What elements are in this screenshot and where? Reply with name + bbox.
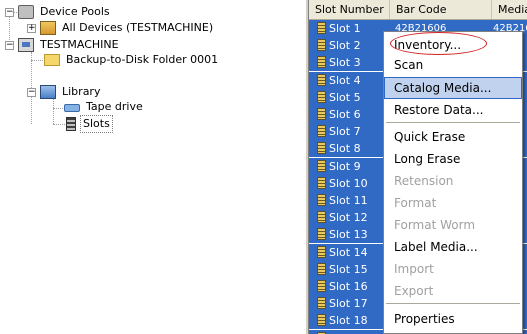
tree-node-tape-drive[interactable]: Tape drive: [64, 99, 145, 115]
tree-connector: [53, 124, 65, 125]
slots-label: Slots: [80, 115, 113, 133]
cartridge-icon: [317, 297, 326, 310]
all-devices-label: All Devices (TESTMACHINE): [62, 21, 214, 34]
tape-drive-icon: [64, 104, 80, 112]
tree-node-machine[interactable]: − TESTMACHINE: [5, 37, 121, 53]
cartridge-icon: [317, 280, 326, 292]
cartridge-icon: [317, 39, 326, 52]
menu-item-scan[interactable]: Scan: [384, 54, 522, 76]
menu-item-format: Format: [394, 196, 437, 210]
slot-number-cell: Slot 18: [329, 314, 368, 328]
menu-item-long-erase[interactable]: Long Erase: [384, 148, 522, 170]
list-header: Slot Number Bar Code Media: [309, 0, 527, 20]
menu-item-catalog-media[interactable]: Catalog Media...: [384, 77, 522, 99]
menu-item-export: Export: [394, 284, 434, 298]
menu-item-retension: Retension: [394, 174, 454, 188]
context-menu: Inventory... Scan Catalog Media... Restore …: [383, 31, 523, 334]
slot-number-cell: Slot 11: [329, 194, 368, 207]
cartridge-icon: [317, 90, 326, 103]
column-header-media[interactable]: Media: [492, 0, 527, 19]
slot-number-cell: Slot 14: [329, 245, 368, 259]
device-group-icon: [40, 21, 56, 35]
slot-number-cell: Slot 5: [329, 90, 361, 104]
tree-node-backup-folder[interactable]: Backup-to-Disk Folder 0001: [44, 52, 220, 68]
menu-item-label-media[interactable]: Label Media...: [384, 236, 522, 258]
slot-number-cell: Slot 7: [329, 125, 361, 139]
tree-node-all-devices[interactable]: + All Devices (TESTMACHINE): [27, 20, 215, 36]
slot-number-cell: Slot 6: [329, 108, 361, 121]
cartridge-icon: [317, 245, 326, 258]
tree-node-slots[interactable]: Slots: [66, 115, 113, 133]
menu-item-properties[interactable]: Properties: [384, 308, 522, 330]
menu-item-format-worm: Format Worm: [394, 218, 476, 232]
cartridge-icon: [317, 108, 326, 120]
machine-label: TESTMACHINE: [40, 38, 119, 51]
device-pools-label: Device Pools: [40, 5, 110, 18]
cartridge-icon: [317, 159, 326, 172]
folder-icon: [44, 54, 60, 66]
column-header-slot-number[interactable]: Slot Number: [309, 0, 390, 19]
folder-label: Backup-to-Disk Folder 0001: [66, 53, 219, 66]
tree-connector: [31, 60, 43, 61]
menu-item-restore-data[interactable]: Restore Data...: [384, 99, 522, 121]
slot-number-cell: Slot 17: [329, 297, 368, 311]
tree-node-device-pools[interactable]: − Device Pools: [5, 4, 112, 20]
library-icon: [40, 85, 56, 99]
device-pools-icon: [18, 5, 34, 19]
cartridge-icon: [317, 73, 326, 86]
cartridge-icon: [317, 194, 326, 206]
annotation-circle: [390, 32, 487, 55]
tree-connector: [53, 98, 54, 124]
tape-drive-label: Tape drive: [86, 100, 143, 113]
device-tree: − Device Pools + All Devices (TESTMACHIN…: [0, 0, 305, 334]
cartridge-icon: [317, 125, 326, 138]
server-icon: [18, 38, 34, 52]
collapse-toggle[interactable]: −: [27, 87, 36, 97]
slot-number-cell: Slot 1: [329, 22, 361, 35]
slots-icon: [66, 117, 76, 131]
cartridge-icon: [317, 56, 326, 69]
slot-number-cell: Slot 9: [329, 159, 361, 173]
expand-toggle[interactable]: +: [27, 23, 36, 33]
cartridge-icon: [317, 176, 326, 189]
menu-item-import: Import: [394, 262, 434, 276]
cartridge-icon: [317, 262, 326, 275]
cartridge-icon: [317, 142, 326, 155]
tree-node-library[interactable]: − Library: [27, 84, 102, 100]
collapse-toggle[interactable]: −: [5, 7, 14, 17]
slot-number-cell: Slot 16: [329, 280, 368, 293]
slot-number-cell: Slot 15: [329, 262, 368, 276]
slot-number-cell: Slot 19: [329, 330, 368, 334]
cartridge-icon: [317, 211, 326, 224]
slot-number-cell: Slot 8: [329, 142, 361, 156]
slot-number-cell: Slot 2: [329, 39, 361, 53]
cartridge-icon: [317, 228, 326, 241]
menu-separator: [386, 303, 520, 304]
cartridge-icon: [317, 22, 326, 34]
slot-number-cell: Slot 12: [329, 211, 368, 225]
slot-number-cell: Slot 10: [329, 176, 368, 190]
cartridge-icon: [317, 314, 326, 327]
column-header-bar-code[interactable]: Bar Code: [390, 0, 492, 19]
menu-item-quick-erase[interactable]: Quick Erase: [384, 126, 522, 148]
slot-number-cell: Slot 4: [329, 73, 361, 87]
slot-number-cell: Slot 3: [329, 56, 361, 70]
slot-number-cell: Slot 13: [329, 228, 368, 242]
menu-separator: [386, 122, 520, 123]
collapse-toggle[interactable]: −: [5, 40, 14, 50]
library-label: Library: [62, 85, 101, 98]
